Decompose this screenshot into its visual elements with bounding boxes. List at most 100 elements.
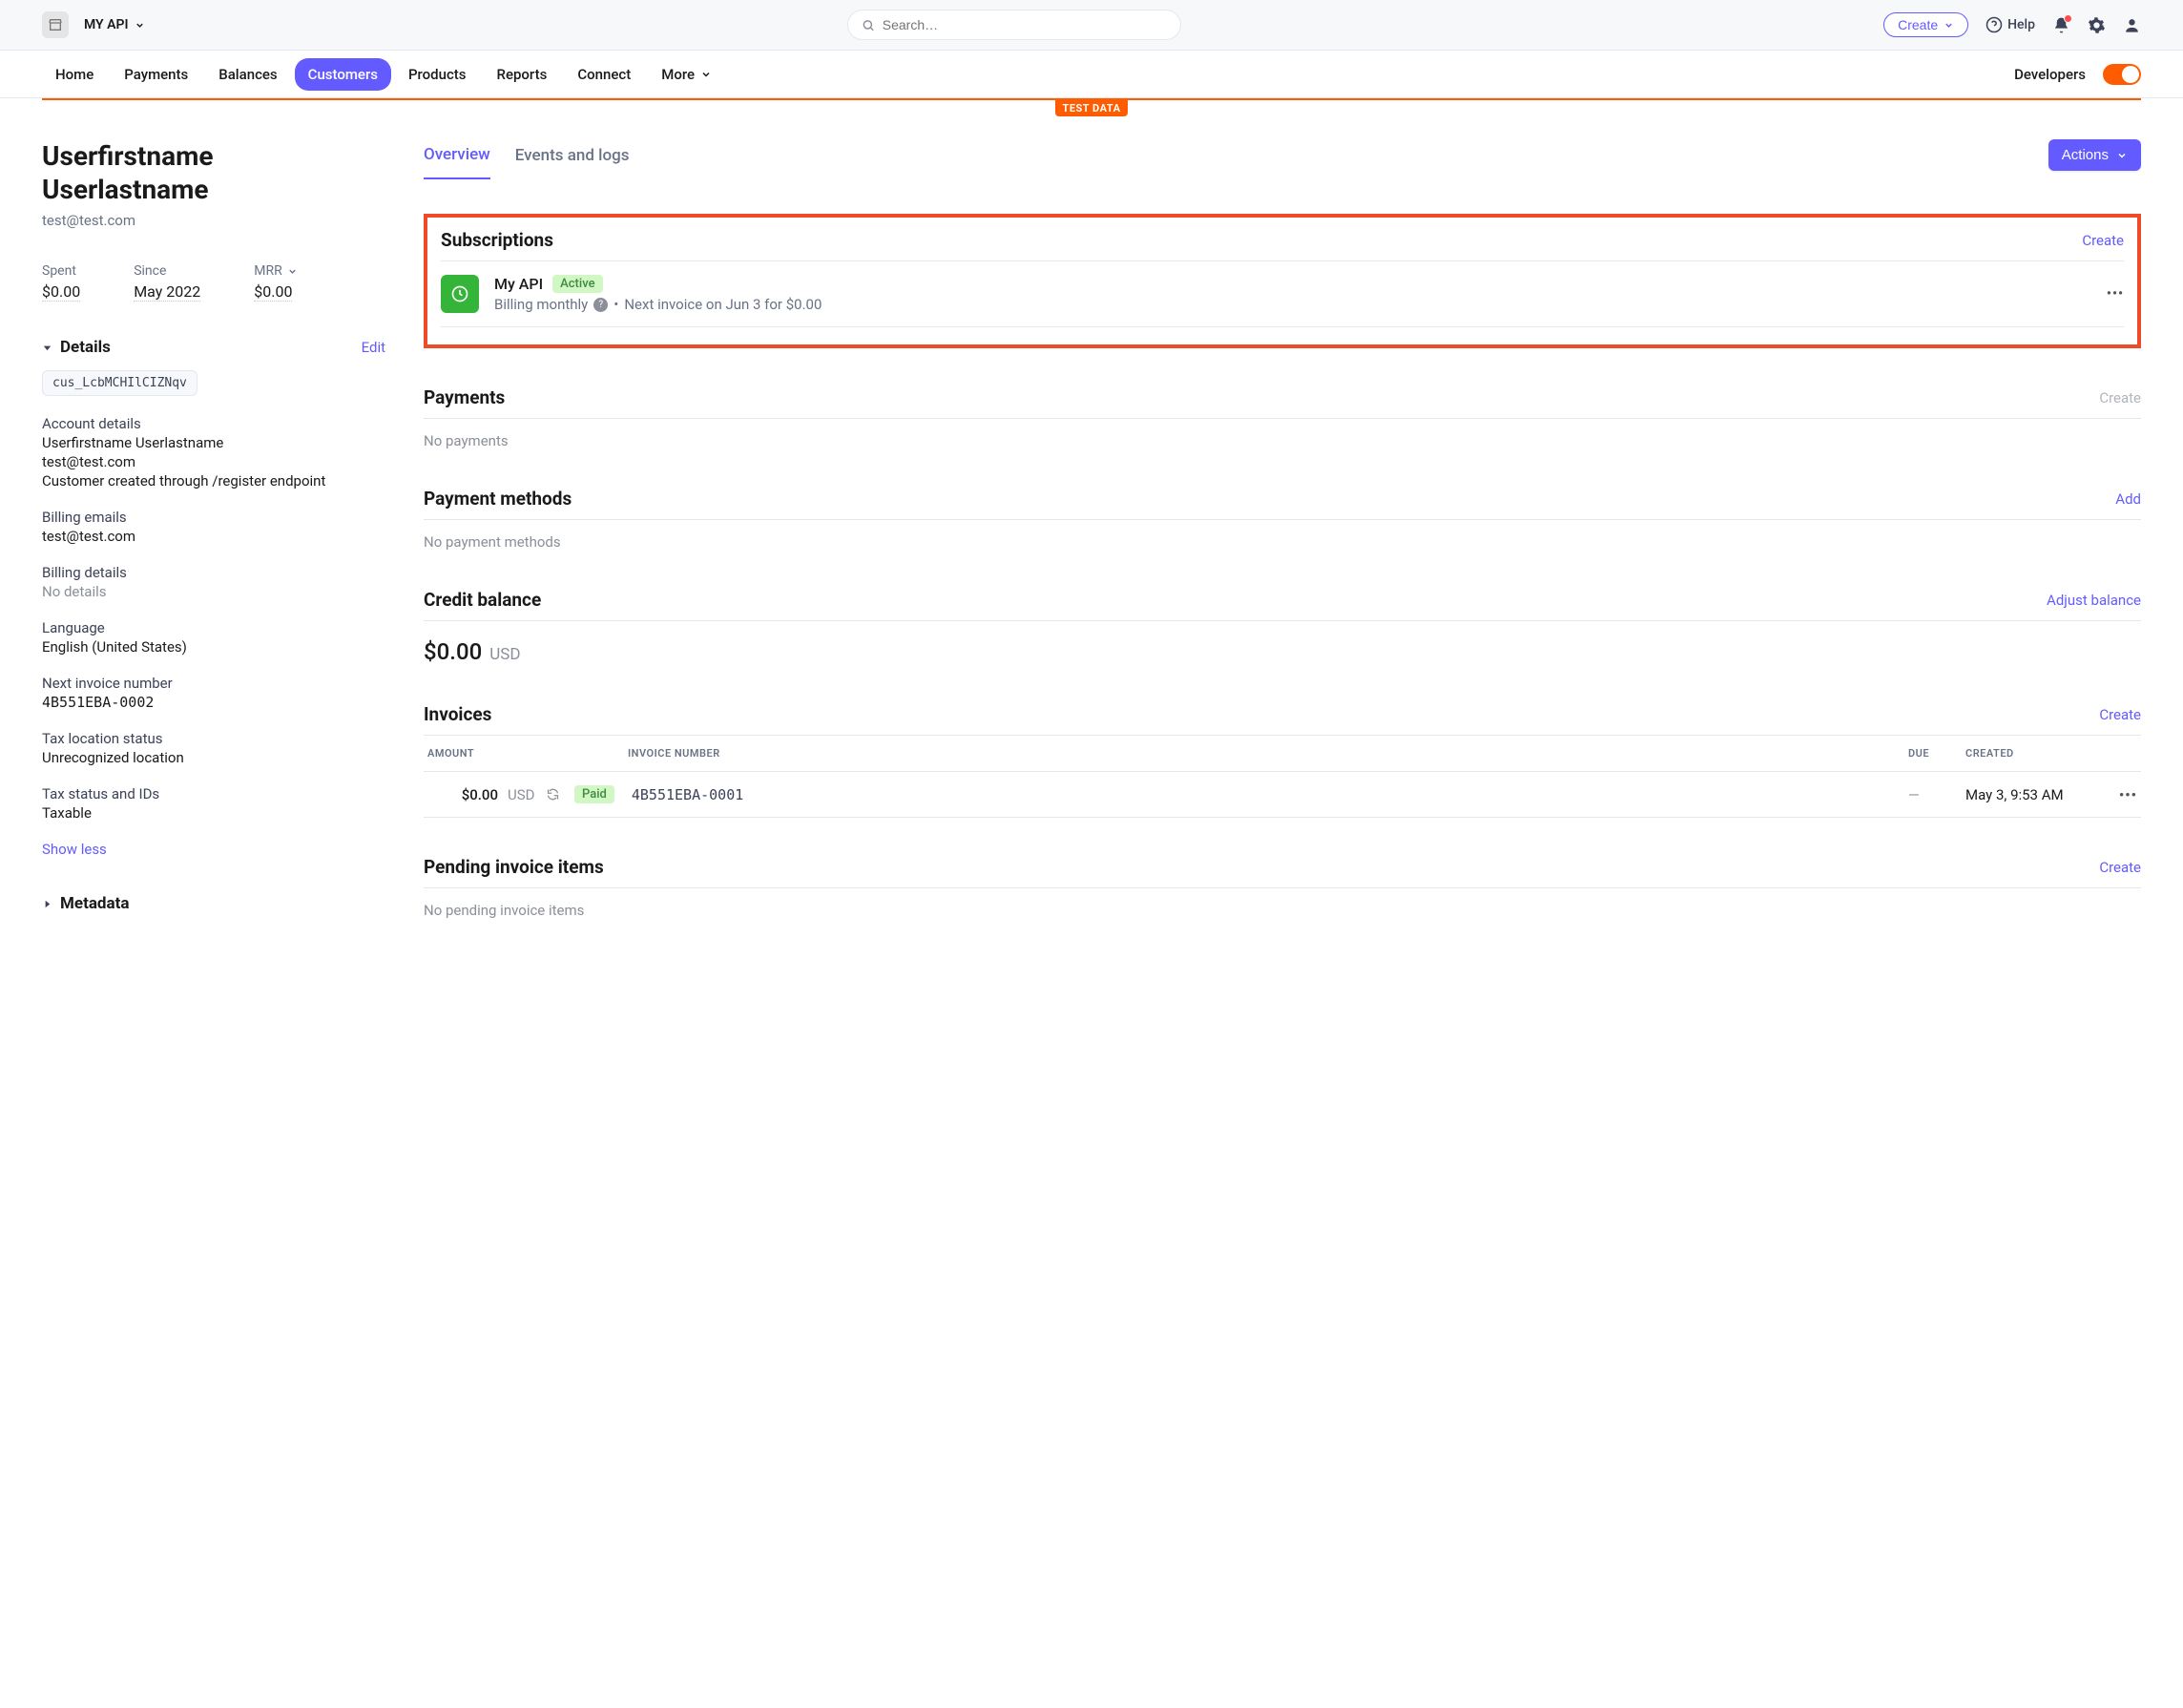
clock-icon	[441, 275, 479, 313]
created-note: Customer created through /register endpo…	[42, 472, 385, 489]
billing-emails-label: Billing emails	[42, 509, 385, 526]
payment-methods-empty: No payment methods	[424, 533, 2141, 551]
billing-email: test@test.com	[42, 528, 385, 545]
metadata-heading: Metadata	[60, 894, 129, 913]
search-icon	[862, 18, 875, 32]
nav-balances[interactable]: Balances	[205, 58, 290, 91]
stat-since-value: May 2022	[134, 282, 200, 302]
tax-status-value: Taxable	[42, 804, 385, 822]
create-label: Create	[1898, 17, 1938, 32]
settings-button[interactable]	[2088, 16, 2106, 34]
credit-balance-heading: Credit balance	[424, 589, 541, 611]
user-icon	[2123, 16, 2141, 34]
stat-mrr-value: $0.00	[254, 282, 292, 302]
subscription-name: My API	[494, 275, 543, 293]
notifications-button[interactable]	[2052, 16, 2070, 34]
col-invoice-number: INVOICE NUMBER	[628, 747, 1908, 760]
pending-create-link[interactable]: Create	[2099, 859, 2141, 876]
subscription-billing: Billing monthly	[494, 296, 588, 313]
next-invoice-label: Next invoice number	[42, 675, 385, 692]
nav-products[interactable]: Products	[395, 58, 480, 91]
billing-details-value: No details	[42, 583, 385, 600]
nav-payments[interactable]: Payments	[111, 58, 201, 91]
stat-mrr: MRR $0.00	[254, 263, 297, 302]
payments-create-link: Create	[2099, 389, 2141, 406]
payments-heading: Payments	[424, 386, 505, 408]
store-name-text: MY API	[84, 17, 129, 32]
search-input[interactable]	[883, 17, 1167, 32]
invoice-status-badge: Paid	[574, 785, 614, 803]
help-icon	[1985, 16, 2003, 33]
nav-connect[interactable]: Connect	[564, 58, 644, 91]
pending-empty: No pending invoice items	[424, 902, 2141, 919]
main-nav: Home Payments Balances Customers Product…	[0, 51, 2183, 98]
invoices-create-link[interactable]: Create	[2099, 706, 2141, 723]
tax-location-value: Unrecognized location	[42, 749, 385, 766]
adjust-balance-link[interactable]: Adjust balance	[2047, 592, 2141, 609]
chevron-down-icon	[700, 69, 712, 80]
store-selector[interactable]: MY API	[84, 17, 145, 32]
details-toggle[interactable]: Details	[42, 338, 111, 357]
store-icon	[42, 11, 69, 38]
invoice-created: May 3, 9:53 AM	[1965, 786, 2109, 803]
nav-reports[interactable]: Reports	[484, 58, 561, 91]
stat-since-label: Since	[134, 263, 200, 279]
tab-overview[interactable]: Overview	[424, 139, 490, 179]
chevron-down-icon[interactable]	[287, 266, 298, 277]
next-invoice-value: 4B551EBA-0002	[42, 694, 385, 711]
credit-balance-currency: USD	[489, 645, 520, 664]
subscription-next: Next invoice on Jun 3 for $0.00	[624, 296, 821, 313]
subscription-row[interactable]: My API Active Billing monthly ? • Next i…	[441, 260, 2124, 327]
subscriptions-heading: Subscriptions	[441, 229, 553, 251]
payments-empty: No payments	[424, 432, 2141, 449]
stat-spent-label: Spent	[42, 263, 80, 279]
col-created: CREATED	[1965, 747, 2137, 760]
account-details-label: Account details	[42, 415, 385, 432]
invoice-currency: USD	[498, 786, 546, 803]
invoice-number: 4B551EBA-0001	[632, 786, 1908, 803]
caret-right-icon	[42, 899, 52, 909]
chevron-down-icon	[135, 20, 145, 31]
detail-tabs: Overview Events and logs	[424, 139, 630, 179]
subscriptions-create-link[interactable]: Create	[2082, 232, 2124, 249]
customer-last-name: Userlastname	[42, 174, 209, 205]
actions-button[interactable]: Actions	[2048, 139, 2141, 171]
nav-more[interactable]: More	[648, 58, 725, 91]
nav-developers[interactable]: Developers	[2001, 58, 2086, 91]
test-data-badge-wrap: TEST DATA	[0, 100, 2183, 116]
invoice-row[interactable]: $0.00 USD Paid 4B551EBA-0001 — May 3, 9:…	[424, 772, 2141, 818]
help-link[interactable]: Help	[1985, 16, 2035, 33]
pending-heading: Pending invoice items	[424, 856, 604, 878]
language-label: Language	[42, 619, 385, 636]
customer-id[interactable]: cus_LcbMCHIlCIZNqv	[42, 370, 198, 396]
help-tooltip-icon[interactable]: ?	[593, 298, 608, 312]
profile-button[interactable]	[2123, 16, 2141, 34]
customer-email: test@test.com	[42, 212, 385, 229]
stat-spent-value: $0.00	[42, 282, 80, 302]
recurring-icon	[546, 787, 574, 802]
billing-details-label: Billing details	[42, 564, 385, 581]
chevron-down-icon	[2116, 150, 2128, 161]
invoice-amount: $0.00	[427, 786, 498, 803]
notification-badge	[2064, 14, 2072, 23]
edit-details-link[interactable]: Edit	[362, 339, 385, 356]
search-input-wrap[interactable]	[847, 10, 1181, 40]
payment-methods-heading: Payment methods	[424, 488, 572, 510]
subscription-status-badge: Active	[552, 275, 602, 293]
nav-home[interactable]: Home	[42, 58, 107, 91]
metadata-toggle[interactable]: Metadata	[42, 894, 129, 913]
subscription-more-button[interactable]: •••	[2107, 286, 2124, 302]
stat-since: Since May 2022	[134, 263, 200, 302]
show-less-link[interactable]: Show less	[42, 841, 107, 858]
invoice-more-button[interactable]: •••	[2109, 786, 2137, 803]
account-name: Userfirstname Userlastname	[42, 434, 385, 451]
stat-mrr-label: MRR	[254, 263, 281, 279]
invoices-heading: Invoices	[424, 703, 491, 725]
tax-location-label: Tax location status	[42, 730, 385, 747]
test-mode-toggle[interactable]	[2103, 64, 2141, 85]
tab-events[interactable]: Events and logs	[515, 140, 630, 178]
nav-customers[interactable]: Customers	[295, 58, 391, 91]
payment-methods-add-link[interactable]: Add	[2115, 490, 2141, 508]
caret-down-icon	[42, 343, 52, 353]
create-button[interactable]: Create	[1883, 12, 1968, 37]
